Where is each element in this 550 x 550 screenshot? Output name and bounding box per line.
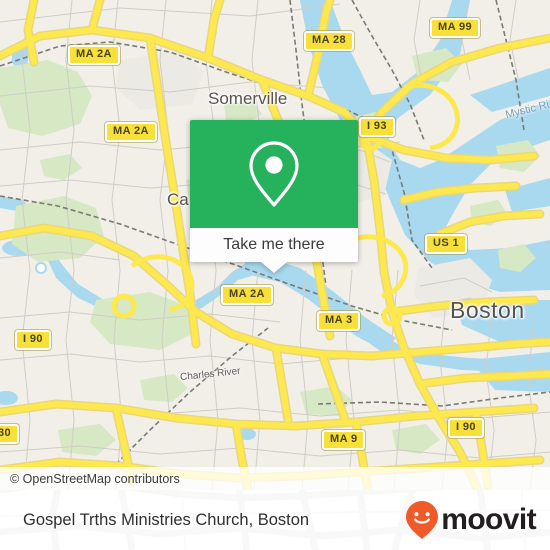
footer-bar: Gospel Trths Ministries Church, Boston m… bbox=[0, 490, 550, 550]
road-shield-ma-28[interactable]: MA 28 bbox=[304, 31, 354, 51]
place-label-somerville: Somerville bbox=[208, 89, 288, 108]
road-shield-ma-2a-nw[interactable]: MA 2A bbox=[68, 45, 120, 65]
openstreetmap-attribution[interactable]: © OpenStreetMap contributors bbox=[0, 472, 180, 486]
road-shield-30[interactable]: 30 bbox=[0, 424, 20, 444]
road-shield-ma-2a-c[interactable]: MA 2A bbox=[221, 285, 273, 305]
map-screenshot: MA 2A MA 2A MA 28 MA 99 I 93 US 1 MA 2A … bbox=[0, 0, 550, 550]
location-popup-card[interactable]: Take me there bbox=[190, 120, 358, 273]
popup-pointer-tail bbox=[261, 262, 287, 273]
popup-action-bar[interactable]: Take me there bbox=[190, 228, 358, 262]
map-pin-icon bbox=[249, 141, 299, 207]
moovit-smiling-pin-icon bbox=[406, 501, 439, 539]
moovit-logo[interactable]: moovit bbox=[405, 500, 537, 540]
road-shield-i-90-s[interactable]: I 90 bbox=[448, 418, 484, 438]
road-shield-i-93[interactable]: I 93 bbox=[359, 117, 395, 137]
moovit-wordmark: moovit bbox=[441, 503, 536, 536]
road-shield-ma-2a-w[interactable]: MA 2A bbox=[105, 122, 157, 142]
road-shield-ma-3[interactable]: MA 3 bbox=[317, 311, 361, 331]
take-me-there-label: Take me there bbox=[223, 236, 325, 253]
place-label-cambridge: Ca bbox=[167, 190, 189, 209]
popup-header bbox=[190, 120, 358, 228]
place-label-boston: Boston bbox=[450, 297, 525, 323]
location-title: Gospel Trths Ministries Church, Boston bbox=[23, 510, 310, 529]
road-shield-ma-99[interactable]: MA 99 bbox=[430, 18, 480, 38]
map-canvas[interactable]: MA 2A MA 2A MA 28 MA 99 I 93 US 1 MA 2A … bbox=[0, 0, 550, 490]
map-attribution-bar: © OpenStreetMap contributors bbox=[0, 467, 550, 490]
road-shield-ma-9[interactable]: MA 9 bbox=[322, 430, 366, 450]
road-shield-us-1[interactable]: US 1 bbox=[425, 234, 468, 254]
road-shield-i-90-w[interactable]: I 90 bbox=[15, 330, 51, 350]
